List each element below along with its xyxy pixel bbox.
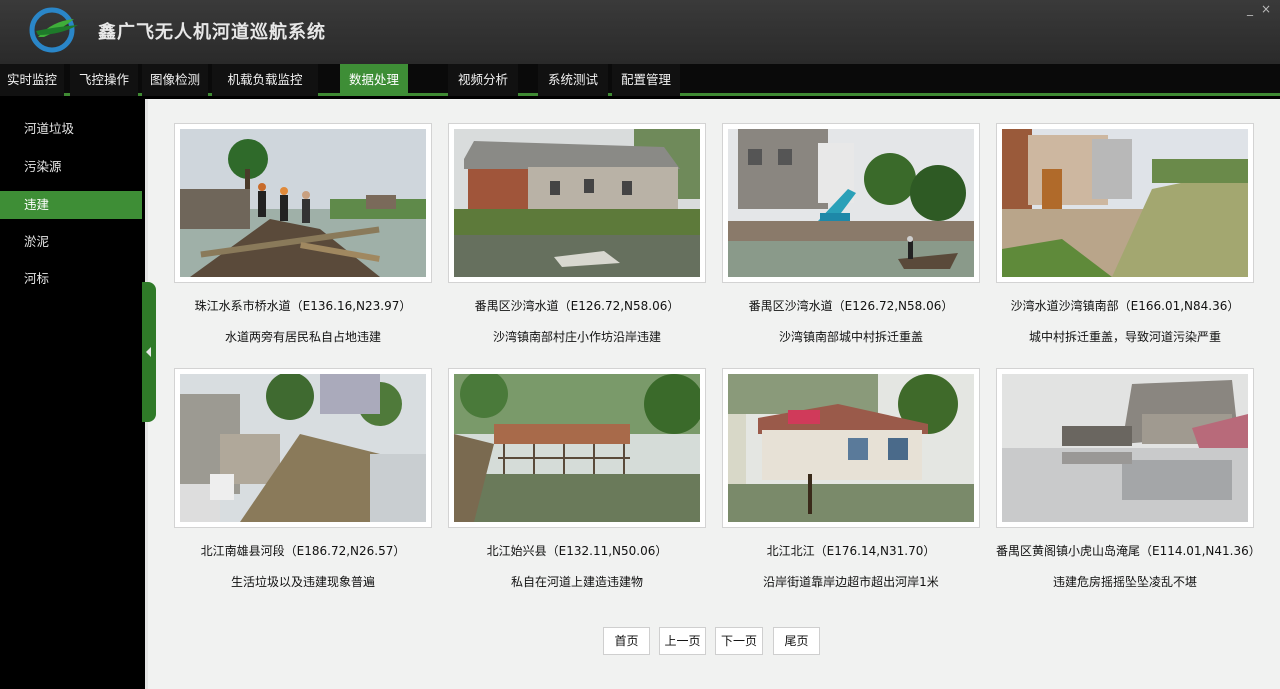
minimize-icon[interactable]: _ bbox=[1242, 2, 1258, 16]
photo-card: 北江南雄县河段（E186.72,N26.57） 生活垃圾以及违建现象普遍 bbox=[174, 368, 432, 590]
nav-tab-payload-monitor[interactable]: 机载负载监控 bbox=[212, 64, 318, 96]
photo-card: 番禺区沙湾水道（E126.72,N58.06） 沙湾镇南部城中村拆迁重盖 bbox=[722, 123, 980, 345]
first-page-button[interactable]: 首页 bbox=[603, 627, 650, 655]
garbage-shacks-river-image bbox=[180, 374, 426, 522]
photo-card: 番禺区黄阁镇小虎山岛淹尾（E114.01,N41.36） 违建危房摇摇坠坠凌乱不… bbox=[996, 368, 1261, 590]
photo-description: 违建危房摇摇坠坠凌乱不堪 bbox=[1052, 575, 1197, 589]
nav-tab-flight-control[interactable]: 飞控操作 bbox=[70, 64, 138, 96]
sidebar-item-illegal-building[interactable]: 违建 bbox=[0, 191, 142, 219]
photo-thumbnail[interactable] bbox=[996, 123, 1254, 283]
photo-description: 沙湾镇南部城中村拆迁重盖 bbox=[778, 330, 923, 344]
photo-location-caption: 沙湾水道沙湾镇南部（E166.01,N84.36） bbox=[1010, 299, 1240, 313]
photo-card: 珠江水系市桥水道（E136.16,N23.97） 水道两旁有居民私自占地违建 bbox=[174, 123, 432, 345]
photo-thumbnail[interactable] bbox=[722, 368, 980, 528]
nav-tab-video-analysis[interactable]: 视频分析 bbox=[448, 64, 518, 96]
photo-thumbnail[interactable] bbox=[722, 123, 980, 283]
construction-workers-riverbank-image bbox=[180, 129, 426, 277]
photo-thumbnail[interactable] bbox=[448, 368, 706, 528]
photo-description: 生活垃圾以及违建现象普遍 bbox=[230, 575, 375, 589]
photo-card: 番禺区沙湾水道（E126.72,N58.06） 沙湾镇南部村庄小作坊沿岸违建 bbox=[448, 123, 706, 345]
nav-tab-image-detection[interactable]: 图像检测 bbox=[142, 64, 208, 96]
prev-page-button[interactable]: 上一页 bbox=[659, 627, 706, 655]
next-page-button[interactable]: 下一页 bbox=[715, 627, 763, 655]
scaffold-structure-water-image bbox=[454, 374, 700, 522]
app-logo-icon bbox=[29, 7, 78, 53]
photo-card: 沙湾水道沙湾镇南部（E166.01,N84.36） 城中村拆迁重盖，导致河道污染… bbox=[996, 123, 1254, 345]
photo-location-caption: 北江始兴县（E132.11,N50.06） bbox=[486, 544, 668, 558]
sidebar-item-pollution-source[interactable]: 污染源 bbox=[0, 153, 142, 181]
photo-description: 沿岸街道靠岸边超市超出河岸1米 bbox=[763, 575, 939, 589]
title-bar: 鑫广飞无人机河道巡航系统 _ × bbox=[0, 0, 1280, 64]
main-nav: 实时监控 飞控操作 图像检测 机载负载监控 数据处理 视频分析 系统测试 配置管… bbox=[0, 64, 1280, 96]
sidebar: 河道垃圾 污染源 违建 淤泥 河标 bbox=[0, 99, 142, 689]
photo-thumbnail[interactable] bbox=[448, 123, 706, 283]
sidebar-collapse-handle[interactable] bbox=[142, 282, 156, 422]
photo-description: 水道两旁有居民私自占地违建 bbox=[224, 330, 381, 344]
photo-description: 沙湾镇南部村庄小作坊沿岸违建 bbox=[492, 330, 661, 344]
last-page-button[interactable]: 尾页 bbox=[773, 627, 820, 655]
photo-card: 北江北江（E176.14,N31.70） 沿岸街道靠岸边超市超出河岸1米 bbox=[722, 368, 980, 590]
sidebar-item-river-garbage[interactable]: 河道垃圾 bbox=[0, 115, 142, 143]
photo-location-caption: 番禺区沙湾水道（E126.72,N58.06） bbox=[474, 299, 680, 313]
close-icon[interactable]: × bbox=[1258, 2, 1274, 16]
shop-over-river-image bbox=[728, 374, 974, 522]
chevron-left-icon bbox=[146, 347, 151, 357]
photo-location-caption: 番禺区沙湾水道（E126.72,N58.06） bbox=[748, 299, 954, 313]
nav-tab-data-processing[interactable]: 数据处理 bbox=[340, 64, 408, 96]
photo-description: 私自在河道上建造违建物 bbox=[510, 575, 643, 589]
photo-location-caption: 北江南雄县河段（E186.72,N26.57） bbox=[200, 544, 406, 558]
photo-thumbnail[interactable] bbox=[174, 123, 432, 283]
photo-location-caption: 番禺区黄阁镇小虎山岛淹尾（E114.01,N41.36） bbox=[996, 544, 1261, 558]
nav-tab-config-management[interactable]: 配置管理 bbox=[612, 64, 680, 96]
window-controls: _ × bbox=[1242, 2, 1274, 16]
excavator-river-boat-image bbox=[728, 129, 974, 277]
photo-thumbnail[interactable] bbox=[996, 368, 1254, 528]
nav-tab-realtime-monitor[interactable]: 实时监控 bbox=[0, 64, 64, 96]
sidebar-item-river-marker[interactable]: 河标 bbox=[0, 265, 142, 293]
sidebar-item-silt[interactable]: 淤泥 bbox=[0, 228, 142, 256]
nav-tab-system-test[interactable]: 系统测试 bbox=[538, 64, 608, 96]
photo-location-caption: 珠江水系市桥水道（E136.16,N23.97） bbox=[194, 299, 412, 313]
photo-location-caption: 北江北江（E176.14,N31.70） bbox=[766, 544, 936, 558]
photo-thumbnail[interactable] bbox=[174, 368, 432, 528]
old-brick-house-river-image bbox=[454, 129, 700, 277]
demolished-buildings-canal-image bbox=[1002, 129, 1248, 277]
app-title: 鑫广飞无人机河道巡航系统 bbox=[98, 22, 326, 43]
photo-card: 北江始兴县（E132.11,N50.06） 私自在河道上建造违建物 bbox=[448, 368, 706, 590]
collapsing-houses-water-image bbox=[1002, 374, 1248, 522]
photo-description: 城中村拆迁重盖，导致河道污染严重 bbox=[1028, 330, 1221, 344]
